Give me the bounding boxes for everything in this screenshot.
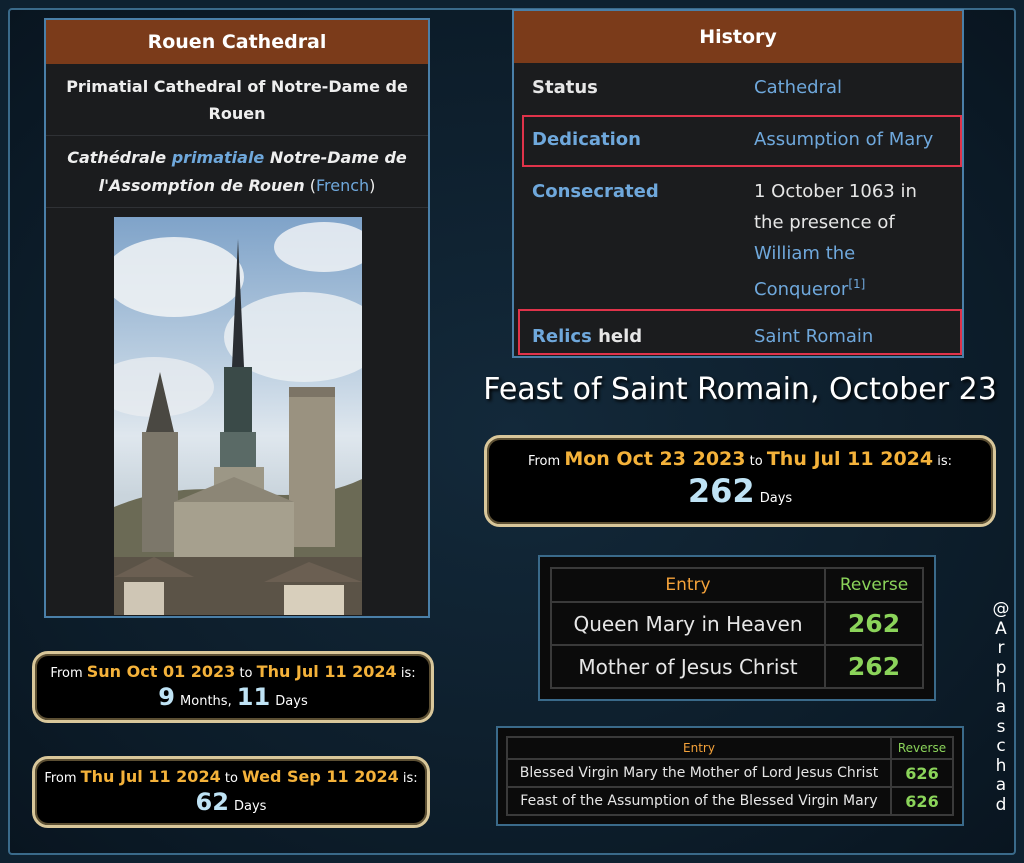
infobox-rouen-cathedral: Rouen Cathedral Primatial Cathedral of N…: [44, 18, 430, 618]
months-count: 9: [158, 683, 175, 711]
header-entry: Entry: [550, 567, 826, 603]
status-label: Status: [532, 77, 598, 98]
entry-cell: Mother of Jesus Christ: [550, 644, 826, 689]
date-calc-oct01-jul11: From Sun Oct 01 2023 to Thu Jul 11 2024 …: [32, 651, 434, 723]
saint-romain-link[interactable]: Saint Romain: [754, 321, 873, 352]
french-link[interactable]: French: [316, 176, 369, 195]
relics-link[interactable]: Relics: [532, 326, 592, 347]
value-cell: 262: [824, 644, 924, 689]
dedication-label: Dedication: [532, 129, 641, 150]
date-calc-jul11-sep11: From Thu Jul 11 2024 to Wed Sep 11 2024 …: [32, 756, 430, 828]
value-cell: 262: [824, 601, 924, 646]
cathedral-photo: [114, 217, 362, 615]
feast-heading: Feast of Saint Romain, October 23: [483, 372, 997, 407]
status-value-link[interactable]: Cathedral: [754, 72, 842, 103]
infobox-history: History Status Cathedral Dedication Assu…: [512, 9, 964, 358]
date-calc-oct23-jul11: From Mon Oct 23 2023 to Thu Jul 11 2024 …: [484, 435, 996, 527]
relics-label: Relics held: [532, 326, 643, 347]
infobox-native-name: Cathédrale primatiale Notre-Dame de l'As…: [46, 136, 428, 208]
header-entry: Entry: [506, 736, 892, 760]
dedication-value-link[interactable]: Assumption of Mary: [754, 124, 933, 155]
history-title: History: [514, 11, 962, 63]
reference-1-link[interactable]: [1]: [848, 277, 865, 291]
header-reverse: Reverse: [824, 567, 924, 603]
gematria-table-262: Entry Reverse Queen Mary in Heaven 262 M…: [538, 555, 936, 701]
entry-cell: Queen Mary in Heaven: [550, 601, 826, 646]
william-the-conqueror-link[interactable]: William the Conqueror: [754, 243, 855, 300]
value-cell: 626: [890, 758, 954, 788]
days-count: 262: [687, 472, 755, 510]
days-count: 62: [195, 788, 229, 816]
infobox-title: Rouen Cathedral: [46, 20, 428, 64]
days-count: 11: [236, 683, 271, 711]
watermark-arphaschad: @ Ar p h a s c h a d: [992, 599, 1010, 815]
entry-cell: Blessed Virgin Mary the Mother of Lord J…: [506, 758, 892, 788]
header-reverse: Reverse: [890, 736, 954, 760]
primatiale-link[interactable]: primatiale: [172, 148, 265, 167]
consecrated-value: 1 October 1063 in the presence of: [754, 181, 917, 233]
gematria-table-626: Entry Reverse Blessed Virgin Mary the Mo…: [496, 726, 964, 826]
entry-cell: Feast of the Assumption of the Blessed V…: [506, 786, 892, 816]
consecrated-label: Consecrated: [532, 181, 659, 202]
infobox-subtitle: Primatial Cathedral of Notre-Dame de Rou…: [46, 64, 428, 136]
value-cell: 626: [890, 786, 954, 816]
